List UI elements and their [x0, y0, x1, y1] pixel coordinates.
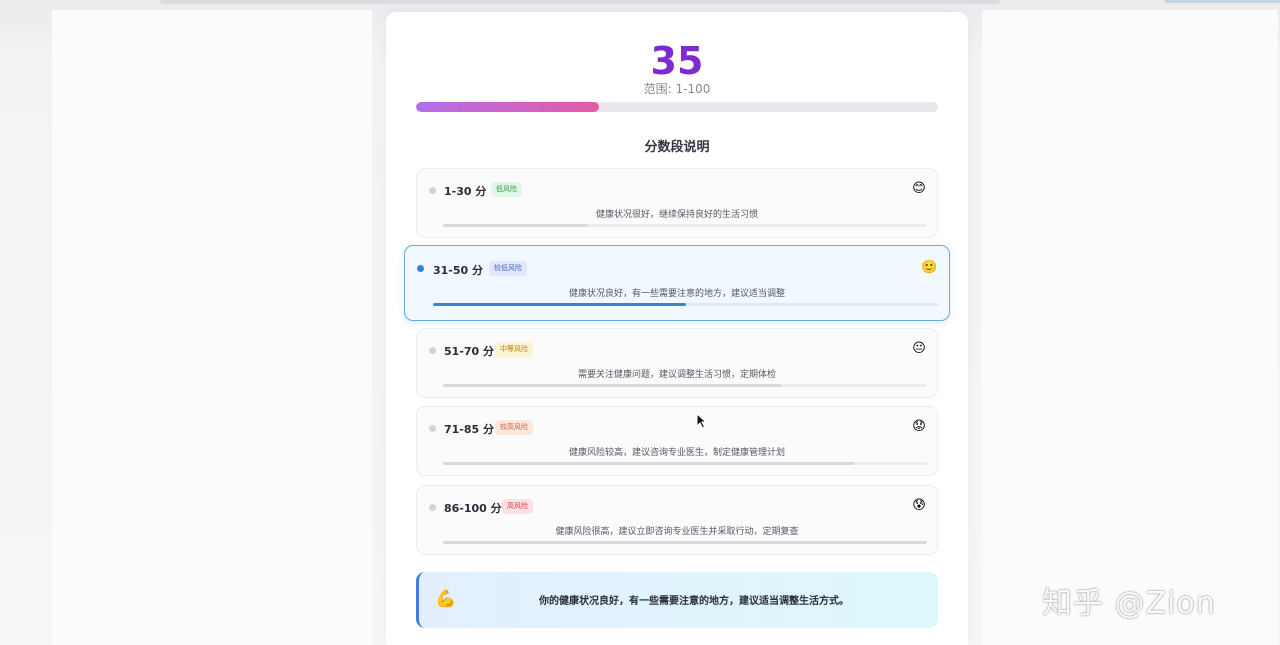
band-progress-fill: [443, 541, 927, 544]
browser-top-bar: [160, 0, 1000, 4]
band-risk-badge: 高风险: [502, 499, 533, 514]
band-risk-badge: 中等风险: [495, 342, 533, 357]
browser-top-bar-right: [1165, 0, 1280, 3]
band-description: 健康状况很好，继续保持良好的生活习惯: [595, 210, 758, 220]
band-risk-badge: 低风险: [491, 182, 522, 197]
section-title: 分数段说明: [644, 140, 710, 155]
worried-face-icon: 😟: [912, 419, 926, 434]
band-risk-badge: 较低风险: [489, 261, 527, 276]
slightly-smiling-face-icon: 🙂: [921, 260, 938, 275]
band-progress-fill: [433, 303, 686, 306]
band-description: 健康风险较高，建议咨询专业医生，制定健康管理计划: [568, 448, 785, 458]
band-card-71-85[interactable]: 71-85 分 较高风险 😟 健康风险较高，建议咨询专业医生，制定健康管理计划: [416, 406, 938, 476]
band-progress-bar: [443, 541, 927, 544]
band-progress-fill: [443, 384, 782, 387]
band-card-31-50[interactable]: 31-50 分 较低风险 🙂 健康状况良好，有一些需要注意的地方，建议适当调整: [404, 245, 950, 321]
mouse-pointer-icon: [696, 413, 708, 429]
band-progress-bar: [443, 462, 927, 465]
band-progress-fill: [443, 224, 589, 227]
band-indicator-dot: [429, 187, 436, 194]
band-range-label: 1-30 分: [444, 185, 487, 198]
band-progress-fill: [443, 462, 855, 465]
band-progress-bar: [443, 384, 927, 387]
score-progress-fill: [416, 102, 599, 112]
right-backdrop: [982, 10, 1278, 645]
band-card-1-30[interactable]: 1-30 分 低风险 😊 健康状况很好，继续保持良好的生活习惯: [416, 168, 938, 238]
band-indicator-dot: [429, 425, 436, 432]
band-progress-bar: [433, 303, 939, 306]
watermark: 知乎 @Zion: [1042, 586, 1216, 621]
band-card-51-70[interactable]: 51-70 分 中等风险 😐 需要关注健康问题，建议调整生活习惯，定期体检: [416, 328, 938, 398]
score-range-label: 范围: 1-100: [643, 82, 711, 96]
score-value: 35: [650, 39, 704, 83]
result-card: 35 范围: 1-100 分数段说明 1-30 分 低风险 😊 健康状况很好，继…: [386, 12, 968, 645]
neutral-face-icon: 😐: [912, 341, 926, 356]
summary-text: 你的健康状况良好，有一些需要注意的地方，建议适当调整生活方式。: [539, 596, 849, 607]
summary-callout: 💪 你的健康状况良好，有一些需要注意的地方，建议适当调整生活方式。: [416, 572, 938, 628]
band-indicator-dot: [417, 265, 424, 272]
band-range-label: 71-85 分: [444, 423, 495, 436]
band-range-label: 86-100 分: [444, 502, 502, 515]
band-range-label: 51-70 分: [444, 345, 495, 358]
band-range-label: 31-50 分: [433, 264, 484, 277]
band-description: 健康风险很高，建议立即咨询专业医生并采取行动，定期复查: [555, 527, 799, 537]
band-indicator-dot: [429, 347, 436, 354]
left-backdrop: [52, 10, 372, 645]
band-description: 健康状况良好，有一些需要注意的地方，建议适当调整: [568, 289, 785, 299]
smiling-face-icon: 😊: [912, 181, 926, 196]
score-progress-bar: [416, 102, 938, 112]
band-progress-bar: [443, 224, 927, 227]
band-description: 需要关注健康问题，建议调整生活习惯，定期体检: [577, 370, 776, 380]
band-risk-badge: 较高风险: [495, 420, 533, 435]
band-card-86-100[interactable]: 86-100 分 高风险 😰 健康风险很高，建议立即咨询专业医生并采取行动，定期…: [416, 485, 938, 555]
anxious-face-icon: 😰: [912, 498, 926, 513]
band-indicator-dot: [429, 504, 436, 511]
